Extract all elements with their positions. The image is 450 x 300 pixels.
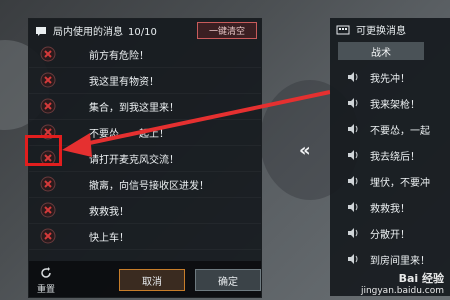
remove-icon[interactable] <box>40 228 56 244</box>
message-text: 集合，到我这里来！ <box>89 103 179 114</box>
watermark-url: jingyan.baidu.com <box>360 286 444 296</box>
keyboard-icon <box>336 20 350 39</box>
cancel-label: 取消 <box>142 276 162 288</box>
available-message-row[interactable]: 我去绕后！ <box>330 142 450 168</box>
message-text: 埋伏，不要冲 <box>370 178 430 189</box>
message-row[interactable]: 我这里有物资！ <box>29 67 261 94</box>
message-text: 请打开麦克风交流！ <box>89 155 179 166</box>
message-row[interactable]: 不要怂，一起上！ <box>29 119 261 146</box>
available-message-row[interactable]: 我来架枪！ <box>330 90 450 116</box>
message-text: 撤离，向信号接收区进发！ <box>89 181 209 192</box>
available-message-row[interactable]: 救救我！ <box>330 194 450 220</box>
message-text: 到房间里来！ <box>370 256 430 267</box>
message-row[interactable]: 快上车！ <box>29 223 261 250</box>
used-messages-title: 局内使用的消息 10/10 <box>53 23 157 38</box>
available-messages-title: 可更换消息 <box>356 25 406 37</box>
message-text: 不要怂，一起 <box>370 126 430 137</box>
speaker-icon <box>348 124 358 134</box>
message-text: 前方有危险！ <box>89 51 149 62</box>
message-text: 我这里有物资！ <box>89 77 159 88</box>
refresh-icon <box>41 267 51 278</box>
message-text: 我去绕后！ <box>370 152 420 163</box>
remove-icon[interactable] <box>40 46 56 62</box>
available-message-row[interactable]: 分散开！ <box>330 220 450 246</box>
speaker-icon <box>348 254 358 264</box>
message-row[interactable]: 集合，到我这里来！ <box>29 93 261 120</box>
speaker-icon <box>348 150 358 160</box>
remove-icon[interactable] <box>40 72 56 88</box>
speaker-icon <box>348 176 358 186</box>
reset-label: 重置 <box>37 285 56 295</box>
message-text: 救救我！ <box>370 204 410 215</box>
clear-all-button[interactable]: 一键清空 <box>197 22 257 39</box>
remove-icon[interactable] <box>40 176 56 192</box>
reset-button[interactable]: 重置 <box>37 267 55 295</box>
message-text: 不要怂，一起上！ <box>89 129 169 140</box>
watermark-logo: Bai 经验 <box>398 272 444 285</box>
available-messages-panel: 可更换消息 战术 我先冲！ 我来架枪！ 不要怂，一起 我去绕后！ 埋伏，不要冲 … <box>330 18 450 296</box>
panel-footer: 重置 取消 确定 <box>29 261 261 297</box>
message-row[interactable]: 救救我！ <box>29 197 261 224</box>
message-text: 我先冲！ <box>370 74 410 85</box>
speaker-icon <box>348 228 358 238</box>
message-text: 分散开！ <box>370 230 410 241</box>
used-messages-header: 局内使用的消息 10/10 一键清空 <box>29 19 261 41</box>
speaker-icon <box>348 98 358 108</box>
clear-all-label: 一键清空 <box>208 27 245 37</box>
remove-icon[interactable] <box>40 98 56 114</box>
available-message-row[interactable]: 不要怂，一起 <box>330 116 450 142</box>
message-text: 快上车！ <box>89 233 129 244</box>
message-text: 救救我！ <box>89 207 129 218</box>
speaker-icon <box>348 72 358 82</box>
cancel-button[interactable]: 取消 <box>119 269 185 291</box>
message-row[interactable]: 前方有危险！ <box>29 41 261 68</box>
available-message-row[interactable]: 到房间里来！ <box>330 246 450 272</box>
confirm-button[interactable]: 确定 <box>195 269 261 291</box>
available-messages-header: 可更换消息 <box>330 18 450 40</box>
available-message-row[interactable]: 我先冲！ <box>330 64 450 90</box>
annotation-highlight-box <box>25 135 62 166</box>
speaker-icon <box>348 202 358 212</box>
transfer-arrow-button[interactable]: « <box>299 140 311 161</box>
tab-tactics[interactable]: 战术 <box>338 42 424 60</box>
message-row[interactable]: 请打开麦克风交流！ <box>29 145 261 172</box>
message-row[interactable]: 撤离，向信号接收区进发！ <box>29 171 261 198</box>
message-text: 我来架枪！ <box>370 100 420 111</box>
tab-label: 战术 <box>371 47 391 59</box>
watermark: Bai 经验 jingyan.baidu.com <box>361 270 444 296</box>
available-message-row[interactable]: 埋伏，不要冲 <box>330 168 450 194</box>
message-count: 10/10 <box>128 26 157 38</box>
chat-icon <box>35 21 47 40</box>
transfer-arrow-glyph: « <box>299 140 311 161</box>
remove-icon[interactable] <box>40 202 56 218</box>
title-text: 局内使用的消息 <box>53 26 123 38</box>
used-messages-panel: 局内使用的消息 10/10 一键清空 前方有危险！ 我这里有物资！ 集合，到我这里… <box>28 18 262 298</box>
confirm-label: 确定 <box>218 276 238 288</box>
